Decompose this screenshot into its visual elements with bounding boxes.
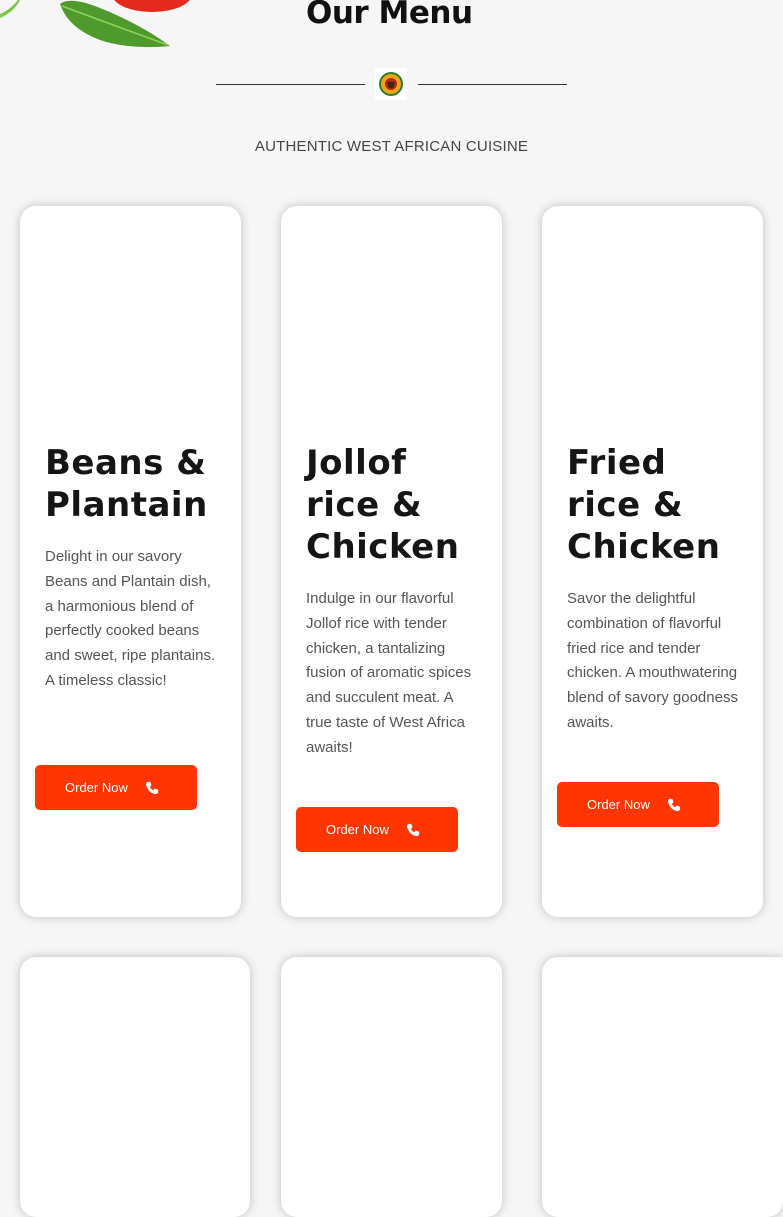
- menu-card: Jollof rice & Chicken Indulge in our fla…: [281, 206, 502, 917]
- divider-right: [418, 84, 567, 85]
- menu-card: Beans & Plantain Delight in our savory B…: [20, 206, 241, 917]
- order-now-button[interactable]: Order Now: [296, 807, 458, 852]
- order-now-button[interactable]: Order Now: [35, 765, 197, 810]
- menu-card: Fried rice & Chicken Savor the delightfu…: [542, 206, 763, 917]
- menu-card-title: Jollof rice & Chicken: [306, 443, 460, 567]
- menu-card-description: Indulge in our flavorful Jollof rice wit…: [306, 590, 472, 756]
- menu-card-description: Delight in our savory Beans and Plantain…: [45, 548, 216, 689]
- order-now-label: Order Now: [65, 780, 128, 795]
- menu-card-title: Beans & Plantain: [45, 443, 208, 525]
- tomato-basil-image: [0, 0, 200, 56]
- order-now-label: Order Now: [326, 822, 389, 837]
- page-subtitle: AUTHENTIC WEST AFRICAN CUISINE: [254, 138, 529, 155]
- page-title: Our Menu: [306, 0, 473, 31]
- menu-card: [281, 957, 502, 1217]
- menu-card-title: Fried rice & Chicken: [567, 443, 721, 567]
- menu-card: [20, 957, 250, 1217]
- menu-card: [542, 957, 783, 1217]
- order-now-label: Order Now: [587, 797, 650, 812]
- phone-icon: [667, 798, 680, 811]
- phone-icon: [406, 823, 419, 836]
- phone-icon: [145, 781, 158, 794]
- divider-left: [216, 84, 365, 85]
- menu-card-description: Savor the delightful combination of flav…: [567, 590, 738, 731]
- restaurant-logo-icon: [375, 68, 407, 100]
- order-now-button[interactable]: Order Now: [557, 782, 719, 827]
